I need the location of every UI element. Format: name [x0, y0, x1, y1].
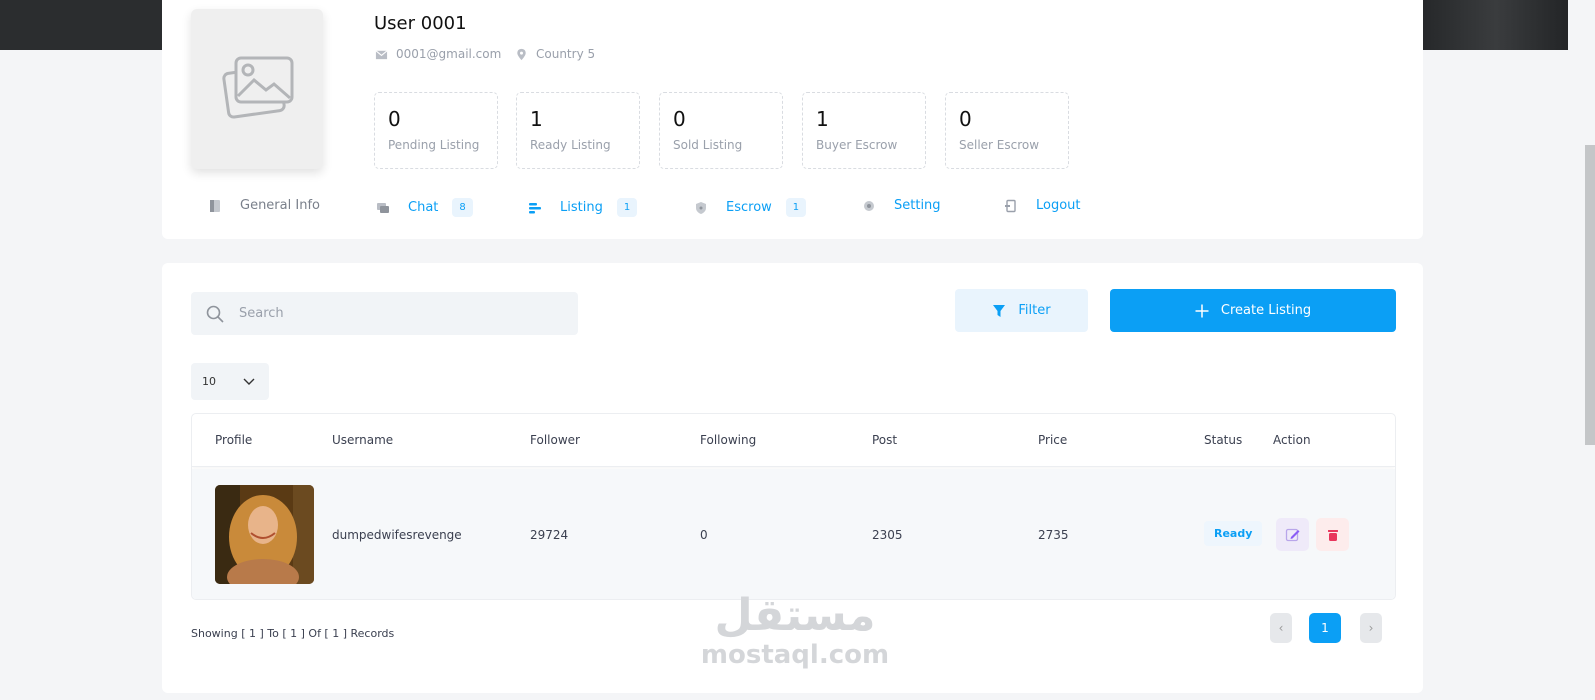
tab-label: Listing [560, 200, 603, 215]
cell-post: 2305 [872, 528, 903, 542]
chevron-down-icon [243, 378, 255, 385]
tab-label: General Info [240, 198, 320, 213]
tab-label: Setting [894, 198, 941, 213]
delete-button[interactable] [1316, 518, 1349, 551]
column-header-follower: Follower [530, 433, 580, 447]
document-icon [210, 199, 220, 212]
location-pin-icon [517, 48, 526, 60]
cell-price: 2735 [1038, 528, 1069, 542]
per-page-select[interactable]: 10 [191, 363, 269, 400]
filter-icon [993, 304, 1006, 317]
profile-thumbnail[interactable] [215, 485, 314, 584]
pagination-next-button[interactable]: › [1360, 613, 1382, 643]
column-header-profile: Profile [215, 433, 253, 447]
stat-buyer-escrow: 1 Buyer Escrow [802, 92, 926, 169]
stat-pending-listing: 0 Pending Listing [374, 92, 498, 169]
tab-label: Logout [1036, 198, 1081, 213]
column-header-following: Following [700, 433, 757, 447]
status-badge: Ready [1204, 521, 1263, 546]
stat-sold-listing: 0 Sold Listing [659, 92, 783, 169]
column-header-price: Price [1038, 433, 1068, 447]
stat-value: 0 [388, 107, 401, 131]
gear-icon [864, 200, 874, 211]
stat-label: Sold Listing [673, 138, 743, 152]
column-header-action: Action [1273, 433, 1311, 447]
plus-icon [1195, 304, 1209, 317]
shield-icon [696, 201, 706, 214]
tab-label: Escrow [726, 200, 772, 215]
profile-photo [215, 485, 314, 584]
user-name: User 0001 [374, 13, 467, 34]
tab-listing[interactable]: Listing 1 [528, 198, 638, 217]
escrow-count-badge: 1 [785, 198, 807, 217]
user-country-text: Country 5 [536, 47, 596, 61]
table-row: dumpedwifesrevenge 29724 0 2305 2735 Rea… [192, 469, 1395, 599]
create-listing-label: Create Listing [1220, 303, 1312, 318]
profile-card: User 0001 0001@gmail.com Country 5 0 Pen… [162, 0, 1423, 239]
stat-value: 0 [959, 107, 972, 131]
list-icon [529, 202, 541, 213]
top-bar-dark-left [0, 0, 162, 50]
column-header-post: Post [872, 433, 898, 447]
create-listing-button[interactable]: Create Listing [1110, 289, 1396, 332]
filter-button[interactable]: Filter [955, 289, 1088, 332]
per-page-value: 10 [202, 375, 216, 388]
tab-logout[interactable]: Logout [1004, 198, 1081, 213]
column-header-username: Username [332, 433, 394, 447]
user-country: Country 5 [515, 47, 595, 61]
stat-label: Ready Listing [530, 138, 611, 152]
listing-table: Profile Username Follower Following Post… [191, 413, 1396, 600]
tab-label: Chat [408, 200, 439, 215]
cell-follower: 29724 [530, 528, 569, 542]
stat-value: 0 [673, 107, 686, 131]
pagination-page-button[interactable]: 1 [1309, 613, 1341, 643]
edit-icon [1285, 528, 1299, 541]
tab-chat[interactable]: Chat 8 [376, 198, 473, 217]
stat-label: Buyer Escrow [816, 138, 898, 152]
stat-seller-escrow: 0 Seller Escrow [945, 92, 1069, 169]
search-box[interactable] [191, 292, 578, 335]
scrollbar-thumb[interactable] [1585, 145, 1595, 445]
logout-icon [1005, 199, 1016, 212]
user-email-text: 0001@gmail.com [396, 47, 502, 61]
listing-count-badge: 1 [616, 198, 638, 217]
chat-count-badge: 8 [452, 198, 473, 217]
search-input[interactable] [239, 306, 539, 321]
stat-label: Seller Escrow [959, 138, 1040, 152]
search-icon [206, 305, 224, 323]
stat-label: Pending Listing [388, 138, 480, 152]
records-summary: Showing [ 1 ] To [ 1 ] Of [ 1 ] Records [191, 627, 395, 640]
user-email: 0001@gmail.com [375, 47, 501, 61]
stat-ready-listing: 1 Ready Listing [516, 92, 640, 169]
watermark-latin: mostaql.com [700, 640, 890, 670]
watermark: مستقل mostaql.com [700, 590, 890, 668]
tab-setting[interactable]: Setting [862, 198, 941, 213]
trash-icon [1327, 529, 1338, 541]
envelope-icon [375, 49, 388, 59]
image-placeholder-icon [222, 56, 294, 119]
pagination-prev-button[interactable]: ‹ [1270, 613, 1292, 643]
tab-escrow[interactable]: Escrow 1 [694, 198, 807, 217]
cell-following: 0 [700, 528, 708, 542]
watermark-arabic: مستقل [714, 590, 876, 641]
chat-icon [377, 202, 389, 213]
cell-username: dumpedwifesrevenge [332, 528, 462, 542]
filter-label: Filter [1018, 303, 1051, 318]
edit-button[interactable] [1276, 518, 1309, 551]
avatar-placeholder [191, 9, 323, 169]
scrollbar-track[interactable] [1568, 0, 1595, 700]
table-header: Profile Username Follower Following Post… [192, 414, 1395, 467]
tab-general-info[interactable]: General Info [208, 198, 320, 213]
stat-value: 1 [530, 107, 543, 131]
column-header-status: Status [1204, 433, 1243, 447]
stat-value: 1 [816, 107, 829, 131]
